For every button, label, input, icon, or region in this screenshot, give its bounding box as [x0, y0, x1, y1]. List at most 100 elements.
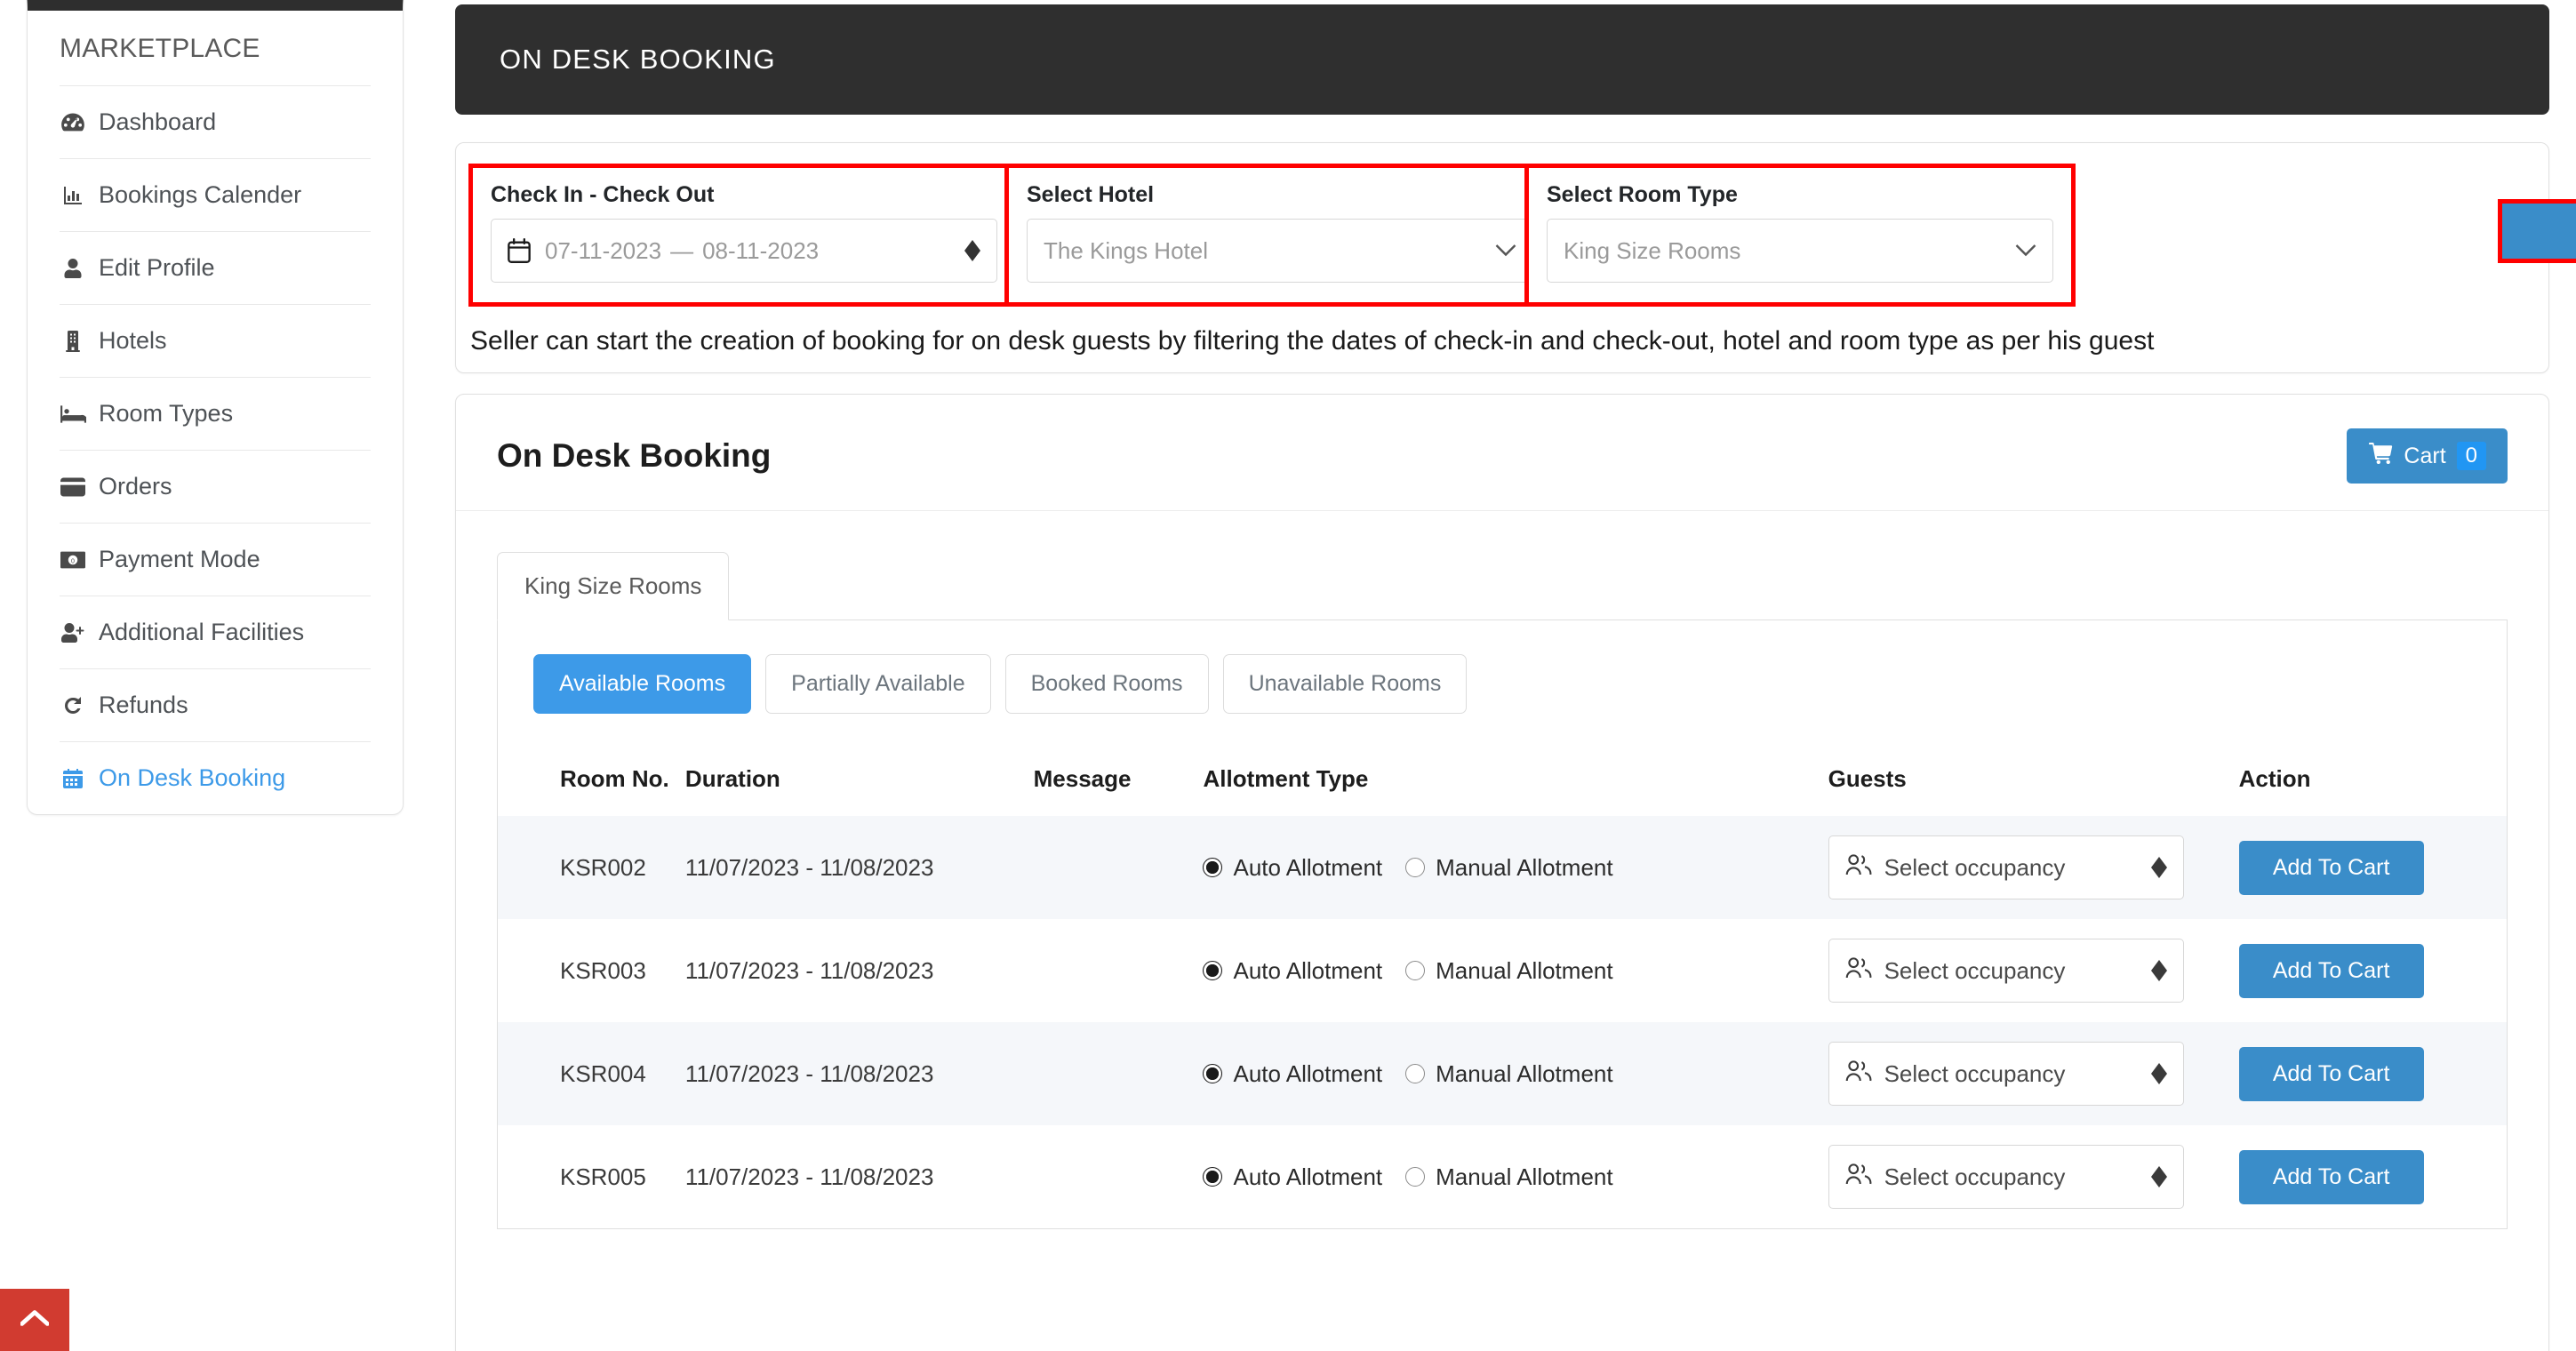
label-auto-allotment: Auto Allotment [1233, 956, 1383, 984]
sidebar-item-refunds[interactable]: Refunds [60, 668, 371, 741]
undo-icon [60, 695, 86, 716]
radio-manual-allotment[interactable] [1405, 858, 1426, 877]
people-icon [1845, 1059, 1872, 1089]
date-range-input[interactable]: 07-11-2023 — 08-11-2023 [491, 219, 997, 283]
check-in-date: 07-11-2023 [545, 236, 662, 264]
sidebar-item-bookings-calender[interactable]: Bookings Calender [60, 158, 371, 231]
radio-manual-allotment[interactable] [1405, 1064, 1426, 1083]
room-type-tabs: King Size Rooms Available Rooms Partiall… [456, 511, 2548, 1229]
stepper-icon[interactable] [2150, 1166, 2167, 1187]
booking-panel-header: On Desk Booking Cart 0 [456, 395, 2548, 511]
radio-auto-allotment[interactable] [1203, 1167, 1223, 1187]
page-title: ON DESK BOOKING [500, 44, 776, 75]
tab-king-size-rooms[interactable]: King Size Rooms [497, 552, 730, 620]
hotel-filter: Select Hotel The Kings Hotel [1004, 164, 1556, 307]
cell-message [1034, 1125, 1204, 1228]
radio-auto-allotment[interactable] [1203, 858, 1223, 877]
user-icon [60, 258, 86, 279]
people-icon [1845, 1163, 1872, 1192]
bed-icon [60, 404, 86, 423]
sidebar-item-orders[interactable]: Orders [60, 450, 371, 523]
sidebar-item-label: Room Types [99, 400, 234, 427]
radio-manual-allotment[interactable] [1405, 961, 1426, 980]
label-manual-allotment: Manual Allotment [1436, 1059, 1613, 1087]
credit-card-icon [60, 477, 86, 497]
cell-allotment-type: Auto Allotment Manual Allotment [1203, 1125, 1828, 1228]
chevron-up-icon [20, 1309, 50, 1331]
col-header-guests: Guests [1828, 765, 1907, 792]
sidebar-item-dashboard[interactable]: Dashboard [60, 85, 371, 158]
rooms-table: Room No. Duration Message Allotment Type… [498, 749, 2507, 1228]
sidebar-item-edit-profile[interactable]: Edit Profile [60, 231, 371, 304]
table-header-row: Room No. Duration Message Allotment Type… [498, 749, 2507, 816]
occupancy-select[interactable]: Select occupancy [1828, 1145, 2184, 1209]
cell-room-no: KSR002 [560, 853, 646, 881]
cart-button[interactable]: Cart 0 [2347, 428, 2508, 484]
sidebar-item-label: Refunds [99, 691, 188, 718]
instruction-text: Seller can start the creation of booking… [470, 326, 2155, 356]
stepper-icon[interactable] [2150, 1063, 2167, 1084]
add-to-cart-button[interactable]: Add To Cart [2238, 943, 2424, 998]
sidebar-item-label: On Desk Booking [99, 764, 286, 791]
hotel-select[interactable]: The Kings Hotel [1027, 219, 1533, 283]
room-type-select[interactable]: King Size Rooms [1547, 219, 2053, 283]
cell-message [1034, 1022, 1204, 1125]
sidebar-item-payment-mode[interactable]: 0 Payment Mode [60, 523, 371, 596]
cell-guests: Select occupancy [1828, 816, 2239, 919]
label-auto-allotment: Auto Allotment [1233, 1059, 1383, 1087]
add-to-cart-button[interactable]: Add To Cart [2238, 1046, 2424, 1101]
search-now-button[interactable]: Search Now [2502, 204, 2576, 259]
cell-room-no: KSR005 [560, 1163, 646, 1190]
occupancy-select[interactable]: Select occupancy [1828, 1042, 2184, 1106]
radio-auto-allotment[interactable] [1203, 961, 1223, 980]
add-to-cart-button[interactable]: Add To Cart [2238, 1149, 2424, 1204]
sidebar-item-label: Payment Mode [99, 546, 260, 572]
table-row: KSR003 11/07/2023 - 11/08/2023 Auto Allo… [498, 919, 2507, 1022]
cell-allotment-type: Auto Allotment Manual Allotment [1203, 816, 1828, 919]
scroll-to-top-button[interactable] [0, 1289, 69, 1351]
booking-panel: On Desk Booking Cart 0 King Size Rooms A… [455, 394, 2549, 1351]
sidebar-item-label: Dashboard [99, 108, 217, 135]
add-to-cart-button[interactable]: Add To Cart [2238, 840, 2424, 895]
radio-manual-allotment[interactable] [1405, 1167, 1426, 1187]
sidebar-item-on-desk-booking[interactable]: On Desk Booking [60, 741, 371, 814]
sidebar-item-additional-facilities[interactable]: Additional Facilities [60, 596, 371, 668]
col-header-room-no: Room No. [560, 765, 669, 792]
sidebar-item-room-types[interactable]: Room Types [60, 377, 371, 450]
occupancy-select[interactable]: Select occupancy [1828, 835, 2184, 899]
bar-chart-icon [60, 185, 86, 206]
cell-duration: 11/07/2023 - 11/08/2023 [684, 853, 934, 881]
rooms-table-head: Room No. Duration Message Allotment Type… [498, 749, 2507, 816]
cell-guests: Select occupancy [1828, 1125, 2239, 1228]
stepper-icon[interactable] [2150, 857, 2167, 878]
cell-message [1034, 816, 1204, 919]
sidebar-item-hotels[interactable]: Hotels [60, 304, 371, 377]
hotel-value: The Kings Hotel [1044, 236, 1208, 264]
calendar-icon [508, 238, 531, 263]
table-row: KSR005 11/07/2023 - 11/08/2023 Auto Allo… [498, 1125, 2507, 1228]
table-row: KSR002 11/07/2023 - 11/08/2023 Auto Allo… [498, 816, 2507, 919]
cell-room-no: KSR003 [560, 956, 646, 984]
calendar-icon [60, 768, 86, 789]
radio-auto-allotment[interactable] [1203, 1064, 1223, 1083]
label-auto-allotment: Auto Allotment [1233, 1163, 1383, 1190]
page-header: ON DESK BOOKING [455, 4, 2549, 115]
money-bill-icon: 0 [60, 551, 86, 569]
table-row: KSR004 11/07/2023 - 11/08/2023 Auto Allo… [498, 1022, 2507, 1125]
pill-available-rooms[interactable]: Available Rooms [533, 654, 752, 714]
search-now-highlight: Search Now [2498, 199, 2576, 263]
occupancy-select[interactable]: Select occupancy [1828, 939, 2184, 1003]
dashboard-icon [60, 112, 86, 133]
stepper-icon[interactable] [964, 240, 980, 261]
pill-unavailable-rooms[interactable]: Unavailable Rooms [1222, 654, 1468, 714]
stepper-icon[interactable] [2150, 960, 2167, 981]
date-separator: — [670, 236, 694, 264]
pill-booked-rooms[interactable]: Booked Rooms [1004, 654, 1209, 714]
brand-title: MARKETPLACE [60, 34, 260, 63]
hotel-label: Select Hotel [1027, 182, 1155, 207]
cell-action: Add To Cart [2238, 919, 2507, 1022]
chevron-down-icon [2015, 244, 2036, 258]
pill-partially-available[interactable]: Partially Available [765, 654, 991, 714]
checkin-checkout-label: Check In - Check Out [491, 182, 715, 207]
status-filter-group: Available Rooms Partially Available Book… [498, 654, 2507, 714]
